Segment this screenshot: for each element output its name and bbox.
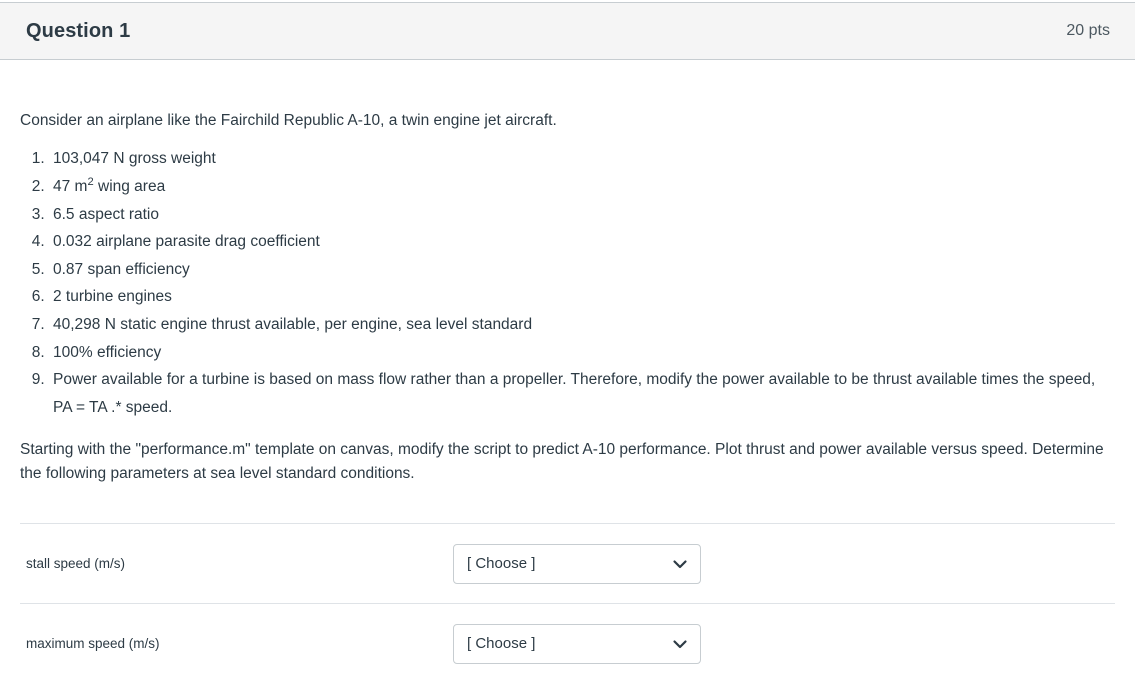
list-item: 2 turbine engines [49, 283, 1115, 311]
maximum-speed-select[interactable]: [ Choose ] [453, 623, 701, 664]
list-item: Power available for a turbine is based o… [49, 366, 1115, 421]
list-item-text: 0.87 span efficiency [53, 260, 190, 278]
list-item-text: 103,047 N gross weight [53, 150, 216, 168]
list-item: 47 m2 wing area [49, 173, 1115, 201]
list-item-text-before: 47 m [53, 178, 88, 196]
answer-row-stall-speed: stall speed (m/s) [ Choose ] [20, 523, 1115, 603]
list-item-text: 40,298 N static engine thrust available,… [53, 315, 533, 333]
list-item: 6.5 aspect ratio [49, 201, 1115, 229]
maximum-speed-select-value: [ Choose ] [467, 635, 536, 652]
question-body: Consider an airplane like the Fairchild … [0, 61, 1135, 486]
aircraft-spec-list: 103,047 N gross weight 47 m2 wing area 6… [0, 145, 1135, 421]
answer-label-stall-speed: stall speed (m/s) [26, 555, 126, 571]
question-header: Question 1 20 pts [0, 2, 1135, 60]
list-item: 0.032 airplane parasite drag coefficient [49, 228, 1115, 256]
list-item-text: 6.5 aspect ratio [53, 205, 159, 223]
list-item: 100% efficiency [49, 339, 1115, 367]
list-item: 0.87 span efficiency [49, 256, 1115, 284]
list-item: 40,298 N static engine thrust available,… [49, 311, 1115, 339]
stall-speed-select-value: [ Choose ] [467, 555, 536, 572]
list-item-text: 2 turbine engines [53, 288, 172, 306]
answer-row-maximum-speed: maximum speed (m/s) [ Choose ] [20, 603, 1115, 683]
page-title: Question 1 [26, 19, 131, 42]
intro-paragraph: Consider an airplane like the Fairchild … [20, 112, 557, 129]
stall-speed-select[interactable]: [ Choose ] [453, 543, 701, 584]
answer-label-maximum-speed: maximum speed (m/s) [26, 635, 160, 651]
matching-answer-rows: stall speed (m/s) [ Choose ] maximum spe… [0, 523, 1135, 683]
list-item-text: Power available for a turbine is based o… [53, 371, 1096, 416]
task-paragraph: Starting with the "performance.m" templa… [20, 441, 1104, 483]
list-item-text: 100% efficiency [53, 343, 162, 361]
list-item-text-after: wing area [93, 178, 166, 196]
list-item: 103,047 N gross weight [49, 145, 1115, 173]
question-points-badge: 20 pts [1066, 22, 1110, 39]
chevron-down-icon [673, 559, 687, 568]
list-item-text: 0.032 airplane parasite drag coefficient [53, 233, 320, 251]
chevron-down-icon [673, 639, 687, 648]
